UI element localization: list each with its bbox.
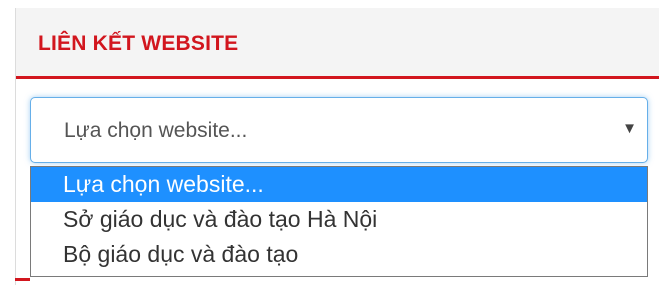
triangle-down-icon[interactable]: ▼ xyxy=(622,120,637,137)
select-current-value: Lựa chọn website... xyxy=(64,119,248,142)
website-select[interactable]: Lựa chọn website... ▼ xyxy=(30,97,648,163)
dropdown-option-hanoi-education[interactable]: Sở giáo dục và đào tạo Hà Nội xyxy=(31,202,647,237)
page: LIÊN KẾT WEBSITE Lựa chọn website... ▼ L… xyxy=(0,0,659,285)
dropdown-option-ministry-education[interactable]: Bộ giáo dục và đào tạo xyxy=(31,237,647,272)
widget-header: LIÊN KẾT WEBSITE xyxy=(16,8,659,79)
red-accent-line xyxy=(15,278,30,281)
dropdown-option-placeholder[interactable]: Lựa chọn website... xyxy=(31,167,647,202)
website-dropdown-list: Lựa chọn website... Sở giáo dục và đào t… xyxy=(30,166,648,277)
widget-title: LIÊN KẾT WEBSITE xyxy=(38,32,239,55)
